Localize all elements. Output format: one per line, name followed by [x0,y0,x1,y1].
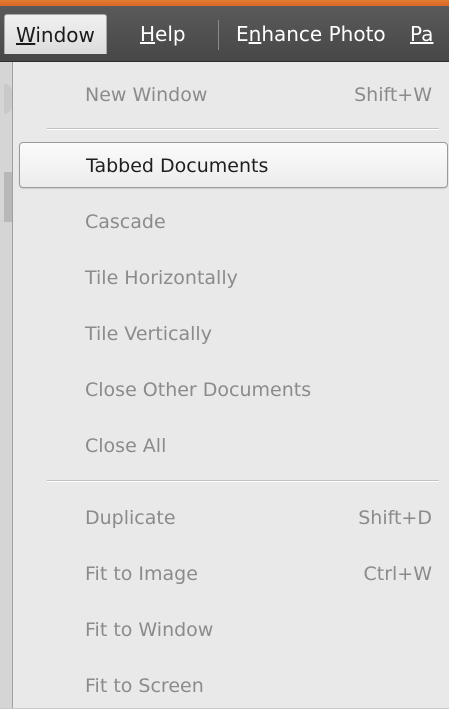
menu-window[interactable]: Window [4,14,107,54]
menu-item-label: Fit to Image [85,563,198,585]
menu-item-close-all[interactable]: Close All [19,423,448,469]
menu-item-shortcut: Shift+W [354,84,432,106]
menu-item-tile-horizontally[interactable]: Tile Horizontally [19,255,448,301]
panel-strip [4,172,12,222]
menu-help[interactable]: Help [129,14,197,54]
window-menu-dropdown: New Window Shift+W Tabbed Documents Casc… [12,62,449,708]
panel-handle [4,84,12,114]
menu-item-cascade[interactable]: Cascade [19,199,448,245]
menu-item-fit-to-image[interactable]: Fit to Image Ctrl+W [19,551,448,597]
menu-divider [47,480,439,482]
menu-item-shortcut: Ctrl+W [363,563,432,585]
menu-item-close-other-documents[interactable]: Close Other Documents [19,367,448,413]
menu-enhance-photo-mnemonic: n [248,22,262,46]
menu-item-label: Tabbed Documents [86,155,269,177]
menu-item-label: Tile Horizontally [85,267,238,289]
menu-separator [218,20,219,50]
menu-palette-truncated[interactable]: Pa [399,14,444,54]
menu-bar: Window Help Enhance Photo Pa [0,6,449,62]
menu-item-label: Cascade [85,211,166,233]
menu-enhance-photo[interactable]: Enhance Photo [225,14,397,54]
menu-enhance-photo-pre: E [236,22,249,46]
menu-window-label: indow [35,23,95,47]
menu-item-label: Close All [85,435,167,457]
menu-item-label: Close Other Documents [85,379,312,401]
menu-item-label: Duplicate [85,507,176,529]
menu-item-label: Fit to Window [85,619,214,641]
menu-item-duplicate[interactable]: Duplicate Shift+D [19,495,448,541]
menu-item-fit-to-screen[interactable]: Fit to Screen [19,663,448,709]
menu-window-mnemonic: W [16,23,36,47]
menu-item-shortcut: Shift+D [358,507,432,529]
menu-item-label: Tile Vertically [85,323,212,345]
menu-item-tile-vertically[interactable]: Tile Vertically [19,311,448,357]
menu-help-label: elp [155,22,186,46]
menu-item-label: New Window [85,84,208,106]
menu-item-new-window[interactable]: New Window Shift+W [19,72,448,118]
menu-palette-label: Pa [410,22,434,46]
menu-divider [47,128,439,130]
menu-enhance-photo-label: hance Photo [261,22,386,46]
menu-help-mnemonic: H [140,22,156,46]
menu-item-label: Fit to Screen [85,675,204,697]
menu-item-tabbed-documents[interactable]: Tabbed Documents [19,142,448,188]
menu-item-fit-to-window[interactable]: Fit to Window [19,607,448,653]
